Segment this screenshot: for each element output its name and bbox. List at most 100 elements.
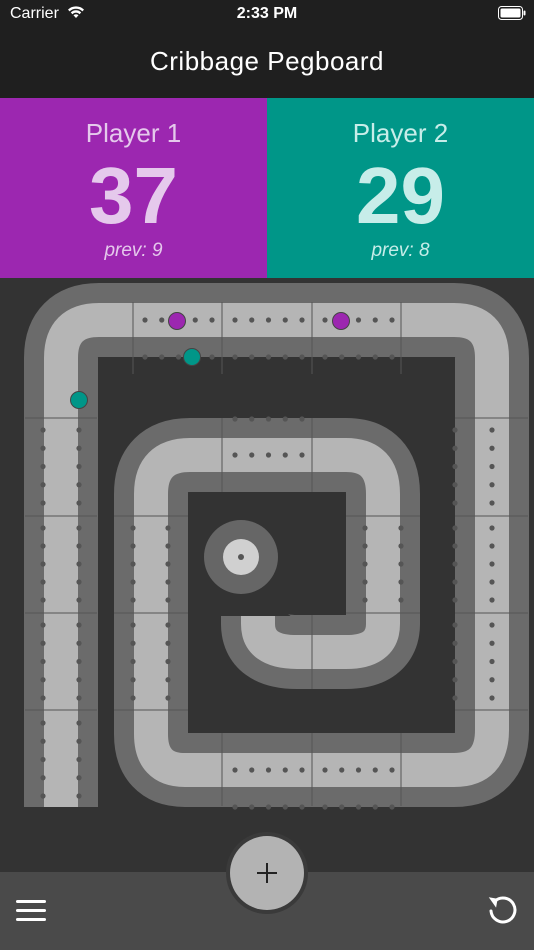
peg-hole	[76, 500, 82, 506]
peg-hole	[389, 767, 395, 773]
peg-hole	[130, 597, 136, 603]
peg-hole	[489, 695, 495, 701]
peg-hole	[452, 427, 458, 433]
peg-hole	[130, 525, 136, 531]
peg-hole	[40, 677, 46, 683]
peg-hole	[249, 804, 255, 810]
peg-hole	[452, 597, 458, 603]
peg-hole	[76, 658, 82, 665]
peg-hole	[40, 775, 46, 781]
peg-hole	[40, 793, 46, 799]
peg-hole	[452, 579, 458, 585]
peg-hole	[362, 597, 368, 603]
peg-hole	[452, 561, 458, 567]
peg-hole	[232, 416, 238, 422]
peg-hole	[299, 767, 305, 773]
peg-hole	[165, 525, 171, 531]
peg-hole	[76, 677, 82, 683]
peg-hole	[398, 543, 404, 549]
peg-hole	[40, 579, 46, 585]
peg-hole	[322, 354, 328, 360]
peg-hole	[209, 354, 215, 360]
peg-hole	[209, 317, 215, 323]
peg-hole	[40, 738, 46, 744]
peg-hole	[40, 695, 46, 701]
peg-hole	[452, 695, 458, 701]
peg-hole	[76, 427, 82, 433]
peg-hole	[159, 354, 165, 360]
player-2-peg[interactable]	[70, 391, 88, 409]
peg-hole	[40, 756, 46, 763]
peg-hole	[322, 317, 328, 323]
peg-hole	[355, 317, 362, 323]
status-bar: Carrier 2:33 PM	[0, 0, 534, 28]
battery-icon	[498, 6, 526, 20]
peg-hole	[452, 482, 458, 488]
hamburger-menu-icon[interactable]	[14, 896, 48, 926]
peg-hole	[76, 482, 82, 488]
peg-hole	[76, 640, 82, 646]
player-1-score-panel[interactable]: Player 1 37 prev: 9	[0, 98, 267, 278]
player-1-peg[interactable]	[168, 312, 186, 330]
start-hole-center	[238, 554, 244, 560]
peg-hole	[40, 658, 46, 665]
peg-hole	[130, 658, 136, 665]
peg-hole	[452, 658, 458, 665]
peg-hole	[452, 463, 458, 470]
peg-hole	[40, 463, 46, 470]
peg-hole	[372, 767, 378, 773]
cribbage-board[interactable]	[0, 278, 534, 872]
peg-hole	[192, 317, 198, 323]
peg-hole	[489, 640, 495, 646]
player-1-peg[interactable]	[332, 312, 350, 330]
peg-hole	[165, 695, 171, 701]
peg-hole	[452, 525, 458, 531]
status-time: 2:33 PM	[236, 5, 298, 22]
page-title: Cribbage Pegboard	[150, 46, 384, 76]
peg-hole	[142, 317, 148, 323]
peg-hole	[76, 525, 82, 531]
peg-hole	[362, 561, 368, 567]
peg-hole	[130, 677, 136, 683]
peg-hole	[232, 354, 238, 360]
peg-hole	[299, 416, 305, 422]
peg-hole	[489, 622, 495, 628]
peg-hole	[489, 543, 495, 549]
peg-hole	[40, 561, 46, 567]
peg-hole	[489, 579, 495, 585]
peg-hole	[282, 452, 288, 458]
peg-hole	[452, 445, 458, 451]
peg-hole	[76, 720, 82, 726]
peg-hole	[165, 658, 171, 665]
player-2-score-panel[interactable]: Player 2 29 prev: 8	[267, 98, 534, 278]
peg-hole	[232, 804, 238, 810]
peg-hole	[76, 775, 82, 781]
peg-hole	[76, 579, 82, 585]
peg-hole	[282, 767, 288, 773]
peg-hole	[165, 597, 171, 603]
peg-hole	[452, 543, 458, 549]
peg-hole	[452, 677, 458, 683]
peg-hole	[299, 452, 305, 458]
player-previous-score: prev: 9	[104, 240, 163, 261]
peg-hole	[165, 579, 171, 585]
peg-hole	[282, 317, 288, 323]
peg-hole	[249, 452, 255, 458]
player-2-peg[interactable]	[183, 348, 201, 366]
peg-hole	[389, 317, 395, 323]
add-points-button[interactable]	[230, 836, 304, 910]
peg-hole	[489, 525, 495, 531]
peg-hole	[130, 579, 136, 585]
peg-hole	[339, 354, 345, 360]
peg-hole	[40, 597, 46, 603]
peg-hole	[339, 767, 345, 773]
peg-hole	[362, 579, 368, 585]
peg-hole	[489, 677, 495, 683]
peg-hole	[265, 804, 272, 810]
peg-hole	[232, 317, 238, 323]
undo-icon[interactable]	[484, 892, 520, 928]
peg-hole	[130, 543, 136, 549]
peg-hole	[398, 525, 404, 531]
peg-hole	[76, 738, 82, 744]
peg-hole	[76, 695, 82, 701]
